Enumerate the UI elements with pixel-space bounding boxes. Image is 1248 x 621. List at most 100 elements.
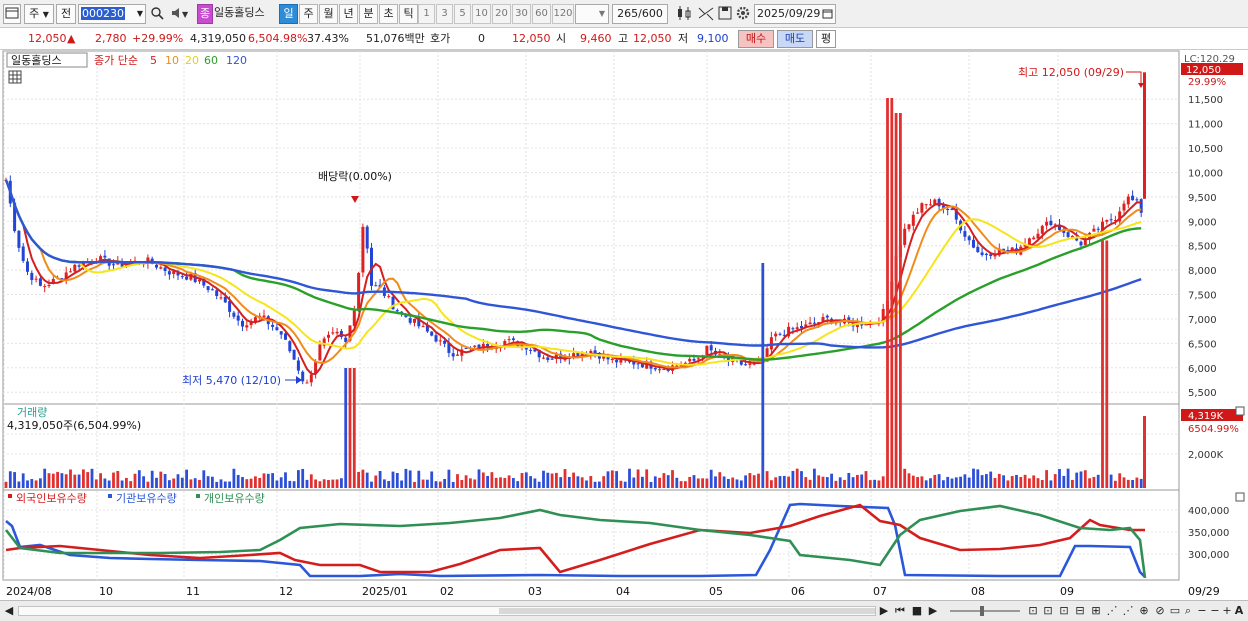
chart-tool-icon-10[interactable]: ▭	[1169, 604, 1181, 618]
volume-bar	[516, 481, 520, 488]
zoom-slider-thumb[interactable]	[980, 606, 984, 616]
legend-ma-title: 종가 단순	[94, 54, 138, 67]
price-candle	[292, 349, 296, 360]
interval-3[interactable]: 3	[436, 4, 453, 24]
period-year[interactable]: 년	[339, 4, 358, 24]
volume-bar	[284, 472, 287, 488]
volume-bar	[1045, 470, 1048, 488]
period-day[interactable]: 일	[279, 4, 298, 24]
interval-30[interactable]: 30	[512, 4, 531, 24]
price-candle	[825, 315, 829, 318]
holdings-close-icon[interactable]	[1235, 492, 1245, 502]
chart-area[interactable]: 일동홀딩스 종가 단순 5 10 20 60 120 최고 12,050 (09…	[0, 50, 1248, 600]
interval-1[interactable]: 1	[418, 4, 435, 24]
scrollbar-thumb[interactable]	[499, 608, 875, 614]
change-value: 2,780	[95, 32, 127, 45]
period-tick[interactable]: 틱	[399, 4, 418, 24]
prev-button[interactable]: 전	[56, 4, 76, 24]
period-minute[interactable]: 분	[359, 4, 378, 24]
price-candle	[73, 264, 77, 272]
code-input[interactable]: 000230 ▼	[78, 4, 146, 24]
minus-icon[interactable]: −	[1209, 604, 1221, 618]
stock-chart[interactable]: 일동홀딩스 종가 단순 5 10 20 60 120 최고 12,050 (09…	[0, 50, 1248, 600]
volume-bar	[77, 474, 81, 488]
volume-bar	[1071, 479, 1074, 488]
gear-icon[interactable]	[734, 4, 752, 24]
search-icon[interactable]	[148, 4, 166, 24]
volume-bar	[39, 478, 42, 488]
plus-icon[interactable]: +	[1221, 604, 1233, 618]
price-candle	[438, 340, 442, 342]
legend-institution: 기관보유수량	[116, 492, 177, 505]
price-candle	[709, 345, 713, 351]
volume-bar	[658, 477, 661, 488]
price-candle	[451, 353, 455, 357]
volume-bar	[443, 478, 446, 488]
stop-icon[interactable]: ■	[910, 604, 924, 618]
price-candle	[812, 322, 816, 324]
volume-bar	[572, 472, 575, 488]
market-select[interactable]: 주 ▼	[24, 4, 54, 24]
volume-bar	[1135, 477, 1139, 488]
interval-20[interactable]: 20	[492, 4, 511, 24]
period-month[interactable]: 월	[319, 4, 338, 24]
interval-select[interactable]: ▼	[575, 4, 609, 24]
chart-tool-icon-2[interactable]: ⊡	[1041, 604, 1055, 618]
hoga-label: 호가	[430, 32, 451, 45]
count-input[interactable]: 265/600	[612, 4, 668, 24]
buy-button[interactable]: 매수	[738, 30, 774, 48]
volume-bar	[946, 476, 950, 488]
chart-tool-icon-6[interactable]: ⋰	[1105, 604, 1119, 618]
chart-tool-icon-7[interactable]: ⋰	[1121, 604, 1135, 618]
period-second[interactable]: 초	[379, 4, 398, 24]
calendar-icon	[822, 5, 833, 28]
price-candle	[430, 331, 434, 336]
interval-120[interactable]: 120	[552, 4, 574, 24]
interval-10[interactable]: 10	[472, 4, 491, 24]
volume-bar	[219, 479, 223, 488]
grid-toggle-icon[interactable]	[8, 70, 22, 84]
avg-button[interactable]: 평	[816, 30, 836, 48]
volume-last-tag-text: 4,319K	[1188, 411, 1224, 422]
volume-bar	[447, 469, 451, 488]
chart-tool-icon-9[interactable]: ⊘	[1153, 604, 1167, 618]
zoom-slider[interactable]	[950, 606, 1020, 616]
price-candle	[305, 382, 309, 384]
interval-5[interactable]: 5	[454, 4, 471, 24]
layout-icon[interactable]	[3, 4, 21, 24]
volume-bar	[107, 480, 111, 488]
zoom-out-icon[interactable]: −	[1196, 604, 1208, 618]
low-value: 9,100	[697, 32, 729, 45]
chart-tool-icon-5[interactable]: ⊞	[1089, 604, 1103, 618]
first-page-icon[interactable]: ⏮	[893, 604, 907, 618]
legend-foreign: 외국인보유수량	[16, 492, 87, 505]
crosshair-icon[interactable]	[696, 4, 716, 24]
volume-bar	[937, 474, 941, 488]
price-candle	[47, 285, 51, 287]
scroll-right-icon[interactable]: ▶	[878, 604, 890, 618]
volume-bar	[426, 479, 429, 488]
chart-tool-icon-8[interactable]: ⊕	[1137, 604, 1151, 618]
volume-bar	[787, 476, 790, 488]
save-icon[interactable]	[716, 4, 734, 24]
volume-bar	[1062, 475, 1066, 488]
chart-tool-icon-1[interactable]: ⊡	[1026, 604, 1040, 618]
scroll-left-icon[interactable]: ◀	[3, 604, 15, 618]
candle-icon[interactable]	[674, 4, 694, 24]
font-size-icon[interactable]: A	[1233, 604, 1245, 618]
volume-bar	[993, 477, 997, 488]
chart-tool-icon-3[interactable]: ⊡	[1057, 604, 1071, 618]
interval-60[interactable]: 60	[532, 4, 551, 24]
zoom-search-icon[interactable]: ⌕	[1182, 604, 1194, 618]
sound-icon[interactable]: ▼	[168, 4, 192, 24]
volume-bar	[8, 471, 12, 488]
period-week[interactable]: 주	[299, 4, 318, 24]
date-input[interactable]: 2025/09/29	[754, 4, 836, 24]
stock-name-label: 일동홀딩스	[214, 6, 265, 19]
sell-button[interactable]: 매도	[777, 30, 813, 48]
chart-tool-icon-4[interactable]: ⊟	[1073, 604, 1087, 618]
play-icon[interactable]: ▶	[926, 604, 940, 618]
volume-bar	[529, 476, 532, 488]
horizontal-scrollbar[interactable]	[18, 606, 876, 616]
volume-close-icon[interactable]	[1235, 406, 1245, 416]
